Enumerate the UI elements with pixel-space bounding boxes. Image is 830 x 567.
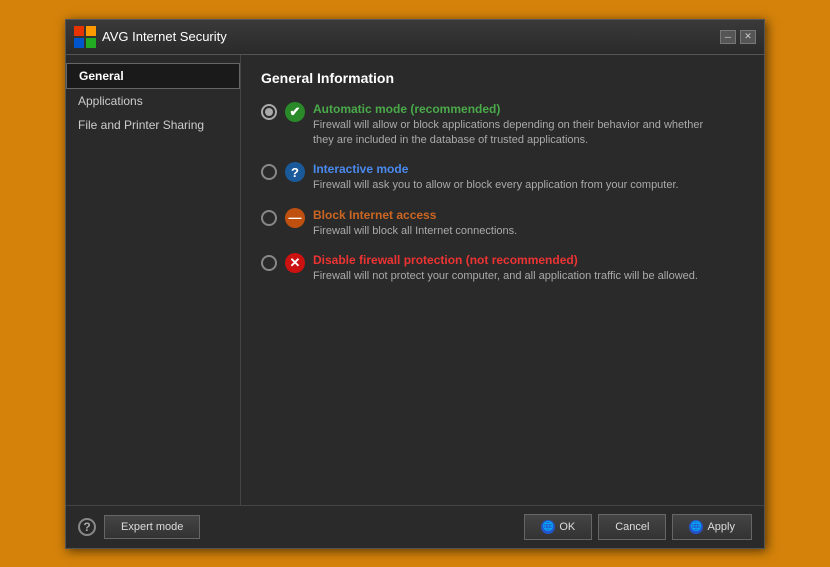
close-button[interactable]: ✕: [740, 30, 756, 44]
title-bar-left: AVG Internet Security: [74, 26, 227, 48]
option-interactive: ? Interactive mode Firewall will ask you…: [261, 162, 744, 193]
apply-icon: 🌐: [689, 520, 703, 534]
minimize-button[interactable]: ─: [720, 30, 736, 44]
main-panel: General Information ✔ Automatic mode (re…: [241, 55, 764, 505]
footer-left: ? Expert mode: [78, 515, 200, 539]
option-block: — Block Internet access Firewall will bl…: [261, 208, 744, 239]
section-title: General Information: [261, 70, 744, 86]
title-controls: ─ ✕: [720, 30, 756, 44]
help-button[interactable]: ?: [78, 518, 96, 536]
sidebar-item-applications[interactable]: Applications: [66, 89, 240, 113]
avg-logo-icon: [74, 26, 96, 48]
content-area: General Applications File and Printer Sh…: [66, 55, 764, 505]
option-disable-desc: Firewall will not protect your computer,…: [313, 269, 744, 284]
option-interactive-title: Interactive mode: [313, 162, 744, 176]
ok-icon: 🌐: [541, 520, 555, 534]
option-block-desc: Firewall will block all Internet connect…: [313, 224, 744, 239]
window-title: AVG Internet Security: [102, 29, 227, 44]
apply-button[interactable]: 🌐 Apply: [672, 514, 752, 540]
option-disable: ✕ Disable firewall protection (not recom…: [261, 253, 744, 284]
option-automatic-title: Automatic mode (recommended): [313, 102, 744, 116]
option-block-title: Block Internet access: [313, 208, 744, 222]
radio-disable[interactable]: [261, 255, 277, 271]
option-interactive-text: Interactive mode Firewall will ask you t…: [313, 162, 744, 193]
radio-block[interactable]: [261, 210, 277, 226]
main-window: AVG Internet Security ─ ✕ General Applic…: [65, 19, 765, 549]
cancel-button[interactable]: Cancel: [598, 514, 666, 540]
automatic-icon: ✔: [285, 102, 305, 122]
option-disable-text: Disable firewall protection (not recomme…: [313, 253, 744, 284]
radio-interactive[interactable]: [261, 164, 277, 180]
radio-automatic[interactable]: [261, 104, 277, 120]
option-automatic: ✔ Automatic mode (recommended) Firewall …: [261, 102, 744, 149]
footer: ? Expert mode 🌐 OK Cancel 🌐 Apply: [66, 505, 764, 548]
disable-icon: ✕: [285, 253, 305, 273]
block-icon: —: [285, 208, 305, 228]
option-block-text: Block Internet access Firewall will bloc…: [313, 208, 744, 239]
option-automatic-text: Automatic mode (recommended) Firewall wi…: [313, 102, 744, 149]
sidebar: General Applications File and Printer Sh…: [66, 55, 241, 505]
expert-mode-button[interactable]: Expert mode: [104, 515, 200, 539]
option-interactive-desc: Firewall will ask you to allow or block …: [313, 178, 744, 193]
sidebar-item-general[interactable]: General: [66, 63, 240, 89]
ok-button[interactable]: 🌐 OK: [524, 514, 592, 540]
footer-right: 🌐 OK Cancel 🌐 Apply: [524, 514, 752, 540]
option-automatic-desc: Firewall will allow or block application…: [313, 118, 744, 149]
option-disable-title: Disable firewall protection (not recomme…: [313, 253, 744, 267]
title-bar: AVG Internet Security ─ ✕: [66, 20, 764, 55]
sidebar-item-file-printer[interactable]: File and Printer Sharing: [66, 113, 240, 137]
interactive-icon: ?: [285, 162, 305, 182]
